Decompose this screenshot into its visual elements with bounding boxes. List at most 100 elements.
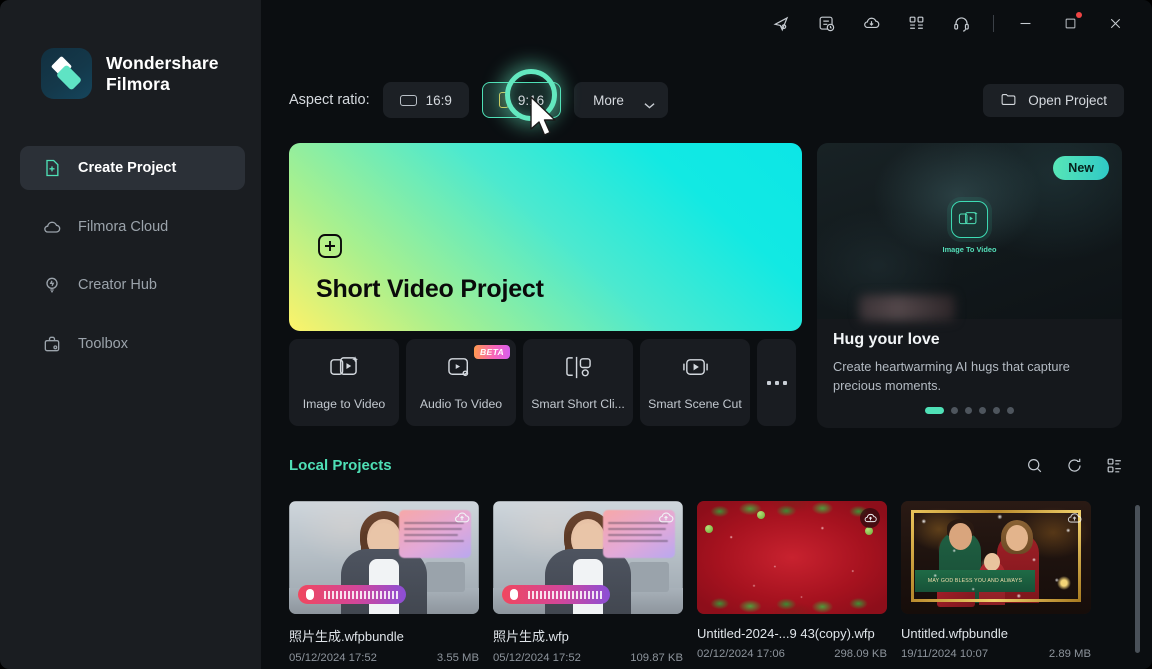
tool-card-label: Image to Video bbox=[302, 397, 386, 411]
sidebar-item-filmora-cloud[interactable]: Filmora Cloud bbox=[20, 205, 245, 249]
project-date: 19/11/2024 10:07 bbox=[901, 648, 989, 660]
cloud-download-icon[interactable] bbox=[849, 0, 894, 46]
cloud-upload-icon[interactable] bbox=[656, 508, 676, 528]
headset-support-icon[interactable] bbox=[939, 0, 984, 46]
project-thumbnail[interactable] bbox=[697, 501, 887, 614]
folder-icon bbox=[1000, 91, 1017, 111]
project-size: 298.09 KB bbox=[834, 648, 887, 660]
promo-card[interactable]: New Image To Video Hug your love Create … bbox=[817, 143, 1122, 428]
project-item[interactable]: 照片生成.wfp 05/12/2024 17:52 109.87 KB bbox=[493, 501, 683, 664]
portrait-frame-icon bbox=[498, 92, 509, 108]
project-item[interactable]: Untitled-2024-...9 43(copy).wfp 02/12/20… bbox=[697, 501, 887, 664]
project-name: 照片生成.wfpbundle bbox=[289, 629, 404, 644]
maximize-icon[interactable] bbox=[1048, 0, 1093, 46]
carousel-dot[interactable] bbox=[993, 407, 1000, 414]
brand-name: Wondershare Filmora bbox=[106, 52, 219, 94]
tool-card-label: Smart Scene Cut bbox=[648, 397, 742, 411]
project-meta: 05/12/2024 17:52 109.87 KB bbox=[493, 652, 683, 664]
titlebar-divider bbox=[993, 14, 994, 32]
refresh-icon[interactable] bbox=[1065, 456, 1084, 475]
open-project-button[interactable]: Open Project bbox=[983, 84, 1124, 117]
sidebar-item-create-project[interactable]: Create Project bbox=[20, 146, 245, 190]
tool-card-audio-to-video[interactable]: BETA Audio To Video bbox=[406, 339, 516, 426]
close-icon[interactable] bbox=[1093, 0, 1138, 46]
local-projects-header: Local Projects bbox=[289, 456, 1124, 475]
filmora-window: Wondershare Filmora Create Project Filmo… bbox=[0, 0, 1152, 669]
plus-square-icon bbox=[317, 233, 343, 264]
promo-carousel-pager bbox=[817, 407, 1122, 414]
cloud-upload-icon[interactable] bbox=[1064, 508, 1084, 528]
project-name: Untitled-2024-...9 43(copy).wfp bbox=[697, 626, 875, 641]
tool-card-label: Audio To Video bbox=[419, 397, 503, 411]
search-icon[interactable] bbox=[1025, 456, 1044, 475]
tool-card-smart-short-clip[interactable]: Smart Short Cli... bbox=[523, 339, 633, 426]
vertical-scrollbar-thumb[interactable] bbox=[1135, 505, 1140, 653]
beta-badge: BETA bbox=[474, 345, 510, 359]
smart-short-clip-icon bbox=[563, 354, 594, 386]
promo-feature-icon-label: Image To Video bbox=[942, 245, 997, 254]
carousel-dot[interactable] bbox=[965, 407, 972, 414]
apps-grid-icon[interactable] bbox=[894, 0, 939, 46]
cloud-upload-icon[interactable] bbox=[860, 508, 880, 528]
carousel-dot[interactable] bbox=[1007, 407, 1014, 414]
sidebar-item-label: Toolbox bbox=[78, 335, 128, 352]
smart-scene-cut-icon bbox=[680, 354, 711, 386]
carousel-dot[interactable] bbox=[951, 407, 958, 414]
cloud-icon bbox=[41, 216, 62, 237]
project-meta: 19/11/2024 10:07 2.89 MB bbox=[901, 648, 1091, 660]
local-projects-title: Local Projects bbox=[289, 457, 392, 474]
lightbulb-icon bbox=[41, 275, 62, 296]
open-project-label: Open Project bbox=[1028, 93, 1107, 108]
promo-feature-icon-block: Image To Video bbox=[942, 201, 997, 254]
send-feedback-icon[interactable] bbox=[759, 0, 804, 46]
sidebar-item-label: Filmora Cloud bbox=[78, 218, 169, 235]
aspect-ratio-row: Aspect ratio: 16:9 9:16 More bbox=[289, 82, 668, 118]
tool-card-image-to-video[interactable]: Image to Video bbox=[289, 339, 399, 426]
sidebar-item-toolbox[interactable]: Toolbox bbox=[20, 322, 245, 366]
project-meta: 02/12/2024 17:06 298.09 KB bbox=[697, 648, 887, 660]
aspect-ratio-more-label: More bbox=[593, 92, 624, 108]
new-badge: New bbox=[1053, 156, 1109, 180]
sidebar-item-creator-hub[interactable]: Creator Hub bbox=[20, 263, 245, 307]
brand-logo-block: Wondershare Filmora bbox=[41, 48, 219, 99]
task-list-icon[interactable] bbox=[804, 0, 849, 46]
local-projects-grid: 照片生成.wfpbundle 05/12/2024 17:52 3.55 MB … bbox=[289, 501, 1091, 664]
aspect-ratio-more-dropdown[interactable]: More bbox=[574, 82, 668, 118]
audio-to-video-icon bbox=[446, 354, 477, 386]
tool-card-smart-scene-cut[interactable]: Smart Scene Cut bbox=[640, 339, 750, 426]
short-video-project-card[interactable]: Short Video Project bbox=[289, 143, 802, 331]
project-date: 05/12/2024 17:52 bbox=[289, 652, 377, 664]
filmora-logo-icon bbox=[41, 48, 92, 99]
toolbox-icon bbox=[41, 333, 62, 354]
sidebar-item-label: Create Project bbox=[78, 160, 177, 176]
landscape-frame-icon bbox=[399, 94, 417, 106]
cloud-upload-icon[interactable] bbox=[452, 508, 472, 528]
project-item[interactable]: MAY GOD BLESS YOU AND ALWAYS Untitled.wf… bbox=[901, 501, 1091, 664]
chevron-down-icon bbox=[644, 97, 655, 109]
tool-cards-more-button[interactable] bbox=[757, 339, 796, 426]
project-thumbnail[interactable] bbox=[493, 501, 683, 614]
aspect-ratio-label: Aspect ratio: bbox=[289, 92, 370, 108]
aspect-ratio-9-16-label: 9:16 bbox=[517, 92, 545, 108]
list-view-icon[interactable] bbox=[1105, 456, 1124, 475]
aspect-ratio-16-9-button[interactable]: 16:9 bbox=[382, 82, 469, 118]
project-item[interactable]: 照片生成.wfpbundle 05/12/2024 17:52 3.55 MB bbox=[289, 501, 479, 664]
carousel-dot[interactable] bbox=[925, 407, 944, 414]
project-date: 02/12/2024 17:06 bbox=[697, 648, 785, 660]
project-size: 2.89 MB bbox=[1048, 648, 1091, 660]
project-meta: 05/12/2024 17:52 3.55 MB bbox=[289, 652, 479, 664]
more-dots-icon bbox=[766, 380, 787, 385]
project-date: 05/12/2024 17:52 bbox=[493, 652, 581, 664]
project-thumbnail[interactable]: MAY GOD BLESS YOU AND ALWAYS bbox=[901, 501, 1091, 614]
carousel-dot[interactable] bbox=[979, 407, 986, 414]
aspect-ratio-16-9-label: 16:9 bbox=[425, 92, 452, 108]
project-size: 3.55 MB bbox=[436, 652, 479, 664]
titlebar bbox=[759, 0, 1152, 46]
image-to-video-icon bbox=[951, 201, 988, 238]
tool-card-label: Smart Short Cli... bbox=[531, 397, 625, 411]
sidebar-item-label: Creator Hub bbox=[78, 277, 157, 293]
project-thumbnail[interactable] bbox=[289, 501, 479, 614]
aspect-ratio-9-16-button[interactable]: 9:16 bbox=[481, 82, 562, 118]
minimize-icon[interactable] bbox=[1003, 0, 1048, 46]
promo-description: Create heartwarming AI hugs that capture… bbox=[833, 359, 1070, 393]
